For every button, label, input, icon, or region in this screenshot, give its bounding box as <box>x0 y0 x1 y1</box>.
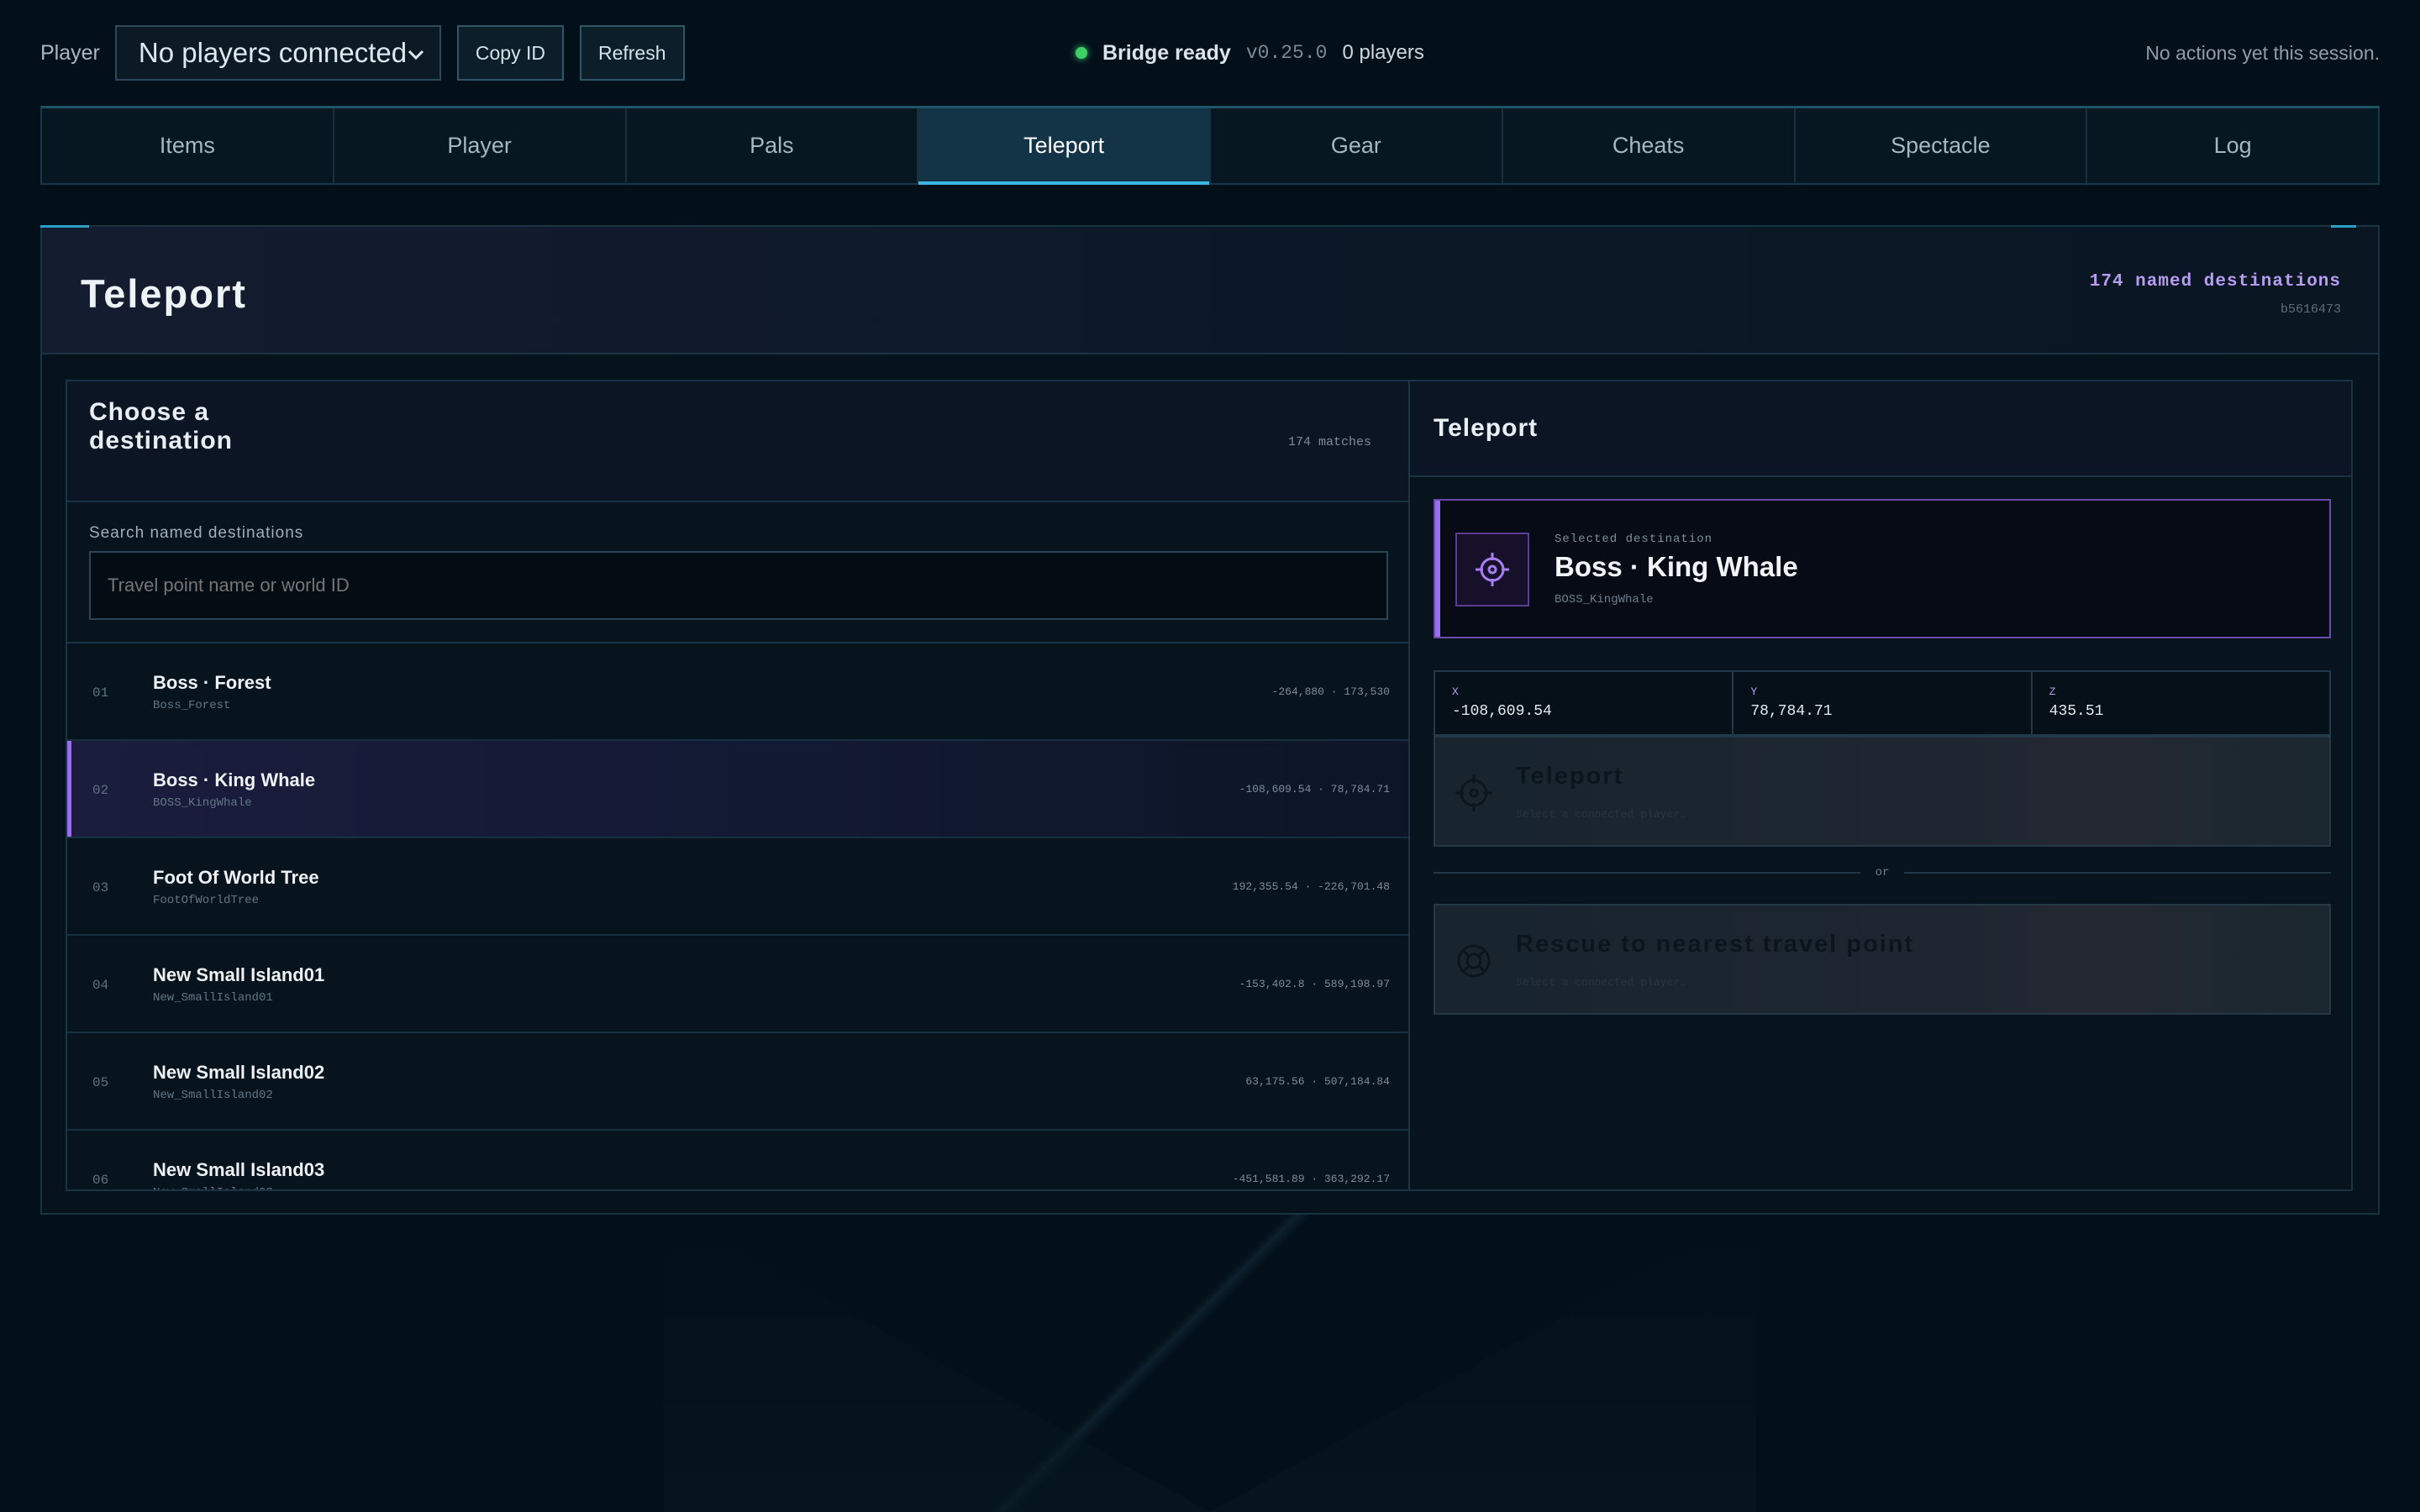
data-hash: b5616473 <box>2280 302 2341 317</box>
matches-count: 174 matches <box>1287 435 1371 449</box>
rescue-button[interactable]: Rescue to nearest travel point Select a … <box>1434 904 2331 1015</box>
coord-z: Z 435.51 <box>2032 672 2329 734</box>
coord-y-label: Y <box>1750 685 1758 698</box>
item-name: Foot Of World Tree <box>153 867 319 888</box>
coord-z-value: 435.51 <box>2049 703 2104 720</box>
selected-destination-name: Boss · King Whale <box>1555 551 1798 582</box>
or-divider: or <box>1434 860 2331 885</box>
named-destinations-count: 174 named destinations <box>2089 272 2341 291</box>
bridge-status: Bridge ready v0.25.0 0 players <box>1076 25 1424 81</box>
coord-x: X -108,609.54 <box>1435 672 1734 734</box>
tab-teleport[interactable]: Teleport <box>918 108 1211 185</box>
panel-accent <box>40 225 89 228</box>
item-name: New Small Island02 <box>153 1062 325 1083</box>
player-select[interactable]: No players connected <box>114 25 441 81</box>
coord-y-value: 78,784.71 <box>1750 703 1833 720</box>
item-number: 04 <box>92 978 109 993</box>
selected-destination-card: Selected destination Boss · King Whale B… <box>1434 499 2331 638</box>
selected-destination-label: Selected destination <box>1555 533 1713 546</box>
search-label: Search named destinations <box>89 524 304 542</box>
item-number: 05 <box>92 1075 109 1090</box>
item-id: Boss_Forest <box>153 699 231 712</box>
coord-z-label: Z <box>2049 685 2056 698</box>
item-name: Boss · Forest <box>153 672 271 693</box>
rescue-button-title: Rescue to nearest travel point <box>1516 931 1915 958</box>
teleport-button[interactable]: Teleport Select a connected player. <box>1434 736 2331 847</box>
item-number: 01 <box>92 685 109 701</box>
main-tabs: Items Player Pals Teleport Gear Cheats S… <box>40 106 2380 185</box>
list-item-selected[interactable]: 02 Boss · King Whale BOSS_KingWhale -108… <box>67 741 1408 838</box>
item-number: 03 <box>92 880 109 895</box>
status-dot-icon <box>1076 47 1087 59</box>
tab-items[interactable]: Items <box>42 108 334 183</box>
list-item[interactable]: 01 Boss · Forest Boss_Forest -264,880 · … <box>67 643 1408 741</box>
divider-line <box>1904 872 2331 874</box>
teleport-actions-title: Teleport <box>1434 414 1539 442</box>
rescue-button-hint: Select a connected player. <box>1516 976 1686 989</box>
tab-log[interactable]: Log <box>2087 108 2378 183</box>
coord-x-label: X <box>1452 685 1459 698</box>
top-bar: Player No players connected Copy ID Refr… <box>40 25 2380 81</box>
lifebuoy-icon <box>1454 941 1494 981</box>
list-item[interactable]: 06 New Small Island03 New_SmallIsland03 … <box>67 1131 1408 1189</box>
item-id: New_SmallIsland02 <box>153 1089 273 1102</box>
selected-destination-id: BOSS_KingWhale <box>1555 593 1654 606</box>
tab-cheats[interactable]: Cheats <box>1503 108 1796 183</box>
player-select-value: No players connected <box>138 37 408 68</box>
item-coords: -108,609.54 · 78,784.71 <box>1239 783 1390 795</box>
players-count: 0 players <box>1342 41 1424 64</box>
page-title: Teleport <box>81 271 247 316</box>
item-number: 06 <box>92 1173 109 1188</box>
copy-id-button[interactable]: Copy ID <box>456 25 564 81</box>
item-coords: 63,175.56 · 507,184.84 <box>1245 1075 1390 1088</box>
item-name: New Small Island01 <box>153 964 325 985</box>
refresh-button[interactable]: Refresh <box>579 25 685 81</box>
tab-spectacle[interactable]: Spectacle <box>1796 108 2088 183</box>
chevron-down-icon <box>408 40 424 66</box>
list-item[interactable]: 03 Foot Of World Tree FootOfWorldTree 19… <box>67 838 1408 936</box>
teleport-button-hint: Select a connected player. <box>1516 808 1686 821</box>
teleport-actions: Teleport Selected destination Boss · Kin… <box>1410 380 2353 1191</box>
coord-x-value: -108,609.54 <box>1452 703 1552 720</box>
chooser-title: Choose a destination <box>89 398 234 454</box>
last-action-text: No actions yet this session. <box>2145 41 2380 64</box>
search-input[interactable] <box>89 551 1388 620</box>
teleport-panel: Teleport 174 named destinations b5616473… <box>40 225 2380 1215</box>
list-item[interactable]: 04 New Small Island01 New_SmallIsland01 … <box>67 936 1408 1033</box>
destination-chooser: Choose a destination 174 matches Search … <box>66 380 1410 1191</box>
panel-accent <box>2331 225 2356 228</box>
list-item[interactable]: 05 New Small Island02 New_SmallIsland02 … <box>67 1033 1408 1131</box>
tab-pals[interactable]: Pals <box>627 108 919 183</box>
item-coords: -264,880 · 173,530 <box>1271 685 1390 698</box>
divider-line <box>1434 872 1860 874</box>
version-label: v0.25.0 <box>1245 42 1328 64</box>
or-label: or <box>1875 866 1890 879</box>
item-id: New_SmallIsland01 <box>153 991 273 1005</box>
background-chevron <box>664 1210 1756 1512</box>
item-name: New Small Island03 <box>153 1159 325 1180</box>
item-coords: -451,581.89 · 363,292.17 <box>1232 1173 1390 1185</box>
item-name: Boss · King Whale <box>153 769 316 790</box>
tab-player[interactable]: Player <box>334 108 627 183</box>
bridge-status-text: Bridge ready <box>1102 40 1231 65</box>
item-id: New_SmallIsland03 <box>153 1186 273 1189</box>
teleport-actions-header: Teleport <box>1410 381 2351 477</box>
destination-list: 01 Boss · Forest Boss_Forest -264,880 · … <box>67 642 1408 1189</box>
crosshair-icon <box>1455 533 1529 606</box>
coordinates-readout: X -108,609.54 Y 78,784.71 Z 435.51 <box>1434 670 2331 736</box>
item-id: BOSS_KingWhale <box>153 796 252 810</box>
teleport-button-title: Teleport <box>1516 763 1624 790</box>
item-number: 02 <box>92 783 109 798</box>
tab-gear[interactable]: Gear <box>1211 108 1503 183</box>
panel-header: Teleport 174 named destinations b5616473 <box>42 227 2378 354</box>
crosshair-icon <box>1454 773 1494 813</box>
item-coords: 192,355.54 · -226,701.48 <box>1232 880 1390 893</box>
coord-y: Y 78,784.71 <box>1733 672 2033 734</box>
item-coords: -153,402.8 · 589,198.97 <box>1239 978 1390 990</box>
item-id: FootOfWorldTree <box>153 894 260 907</box>
chooser-header: Choose a destination 174 matches <box>67 381 1408 502</box>
player-label: Player <box>40 40 100 65</box>
